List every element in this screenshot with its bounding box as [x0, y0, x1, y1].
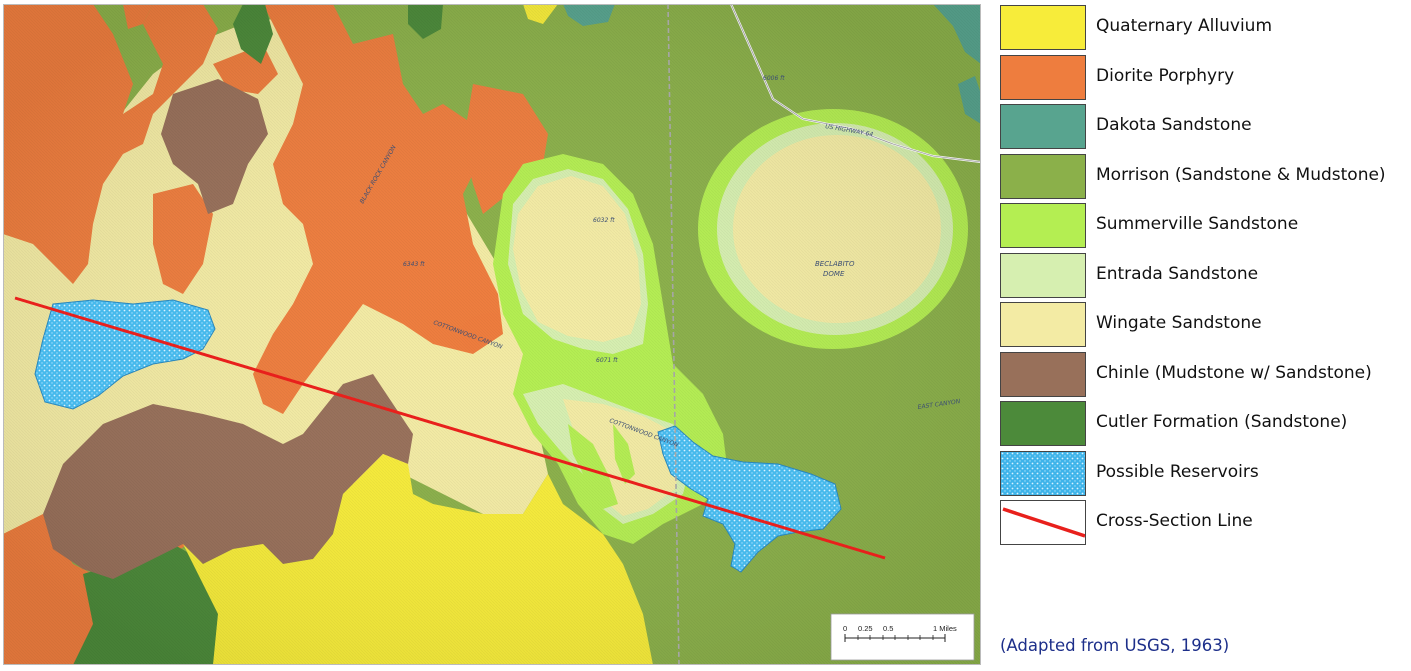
legend-label: Dakota Sandstone — [1096, 115, 1252, 135]
scale-tick-label: 0 — [843, 624, 847, 633]
legend-label: Cross-Section Line — [1096, 511, 1253, 531]
legend-swatch — [1000, 351, 1086, 397]
scale-tick-label: 1 Miles — [933, 624, 957, 633]
legend-swatch — [1000, 5, 1086, 50]
legend-swatch — [1000, 450, 1086, 496]
legend-swatch — [1000, 54, 1086, 100]
legend-label: Entrada Sandstone — [1096, 263, 1259, 284]
legend-label: Cutler Formation (Sandstone) — [1096, 412, 1348, 432]
spot-elevation: 6071 ft — [596, 357, 618, 364]
geologic-map: BECLABITO DOME COTTONWOOD CANYON COTTONW… — [3, 4, 981, 665]
legend-label: Quaternary Alluvium — [1096, 16, 1273, 36]
scale-tick-label: 0.5 — [883, 624, 893, 633]
legend-item-entrada-sandstone: Entrada Sandstone — [1000, 252, 1405, 299]
legend-label: Possible Reservoirs — [1096, 461, 1259, 482]
scale-bar: 0 0.25 0.5 1 Miles — [830, 613, 975, 661]
legend-label: Morrison (Sandstone & Mudstone) — [1096, 164, 1386, 185]
legend-swatch — [1000, 153, 1086, 199]
legend-swatch — [1000, 252, 1086, 298]
legend-label: Diorite Porphyry — [1096, 65, 1235, 86]
legend-label: Wingate Sandstone — [1096, 313, 1262, 333]
beclabito-label: BECLABITO — [815, 260, 855, 268]
legend-item-summerville-sandstone: Summerville Sandstone — [1000, 203, 1405, 249]
legend-swatch — [1000, 500, 1086, 545]
legend-item-quaternary-alluvium: Quaternary Alluvium — [1000, 5, 1405, 51]
legend-swatch — [1000, 302, 1086, 347]
spot-elevation: 6006 ft — [763, 75, 785, 82]
source-credit: (Adapted from USGS, 1963) — [1000, 636, 1230, 655]
scale-tick-label: 0.25 — [858, 624, 873, 633]
legend-label: Chinle (Mudstone w/ Sandstone) — [1096, 362, 1372, 383]
legend-swatch — [1000, 203, 1086, 248]
legend-item-possible-reservoirs: Possible Reservoirs — [1000, 450, 1405, 497]
spot-elevation: 6343 ft — [403, 261, 425, 268]
legend-item-cutler-formation: Cutler Formation (Sandstone) — [1000, 401, 1405, 447]
dome-label: DOME — [823, 270, 845, 278]
legend-item-dakota-sandstone: Dakota Sandstone — [1000, 104, 1405, 150]
legend-swatch — [1000, 401, 1086, 446]
legend-item-cross-section-line: Cross-Section Line — [1000, 500, 1405, 546]
legend-item-chinle: Chinle (Mudstone w/ Sandstone) — [1000, 351, 1405, 398]
legend-swatch — [1000, 104, 1086, 149]
legend-label: Summerville Sandstone — [1096, 214, 1299, 234]
spot-elevation: 6032 ft — [593, 217, 615, 224]
legend-item-wingate-sandstone: Wingate Sandstone — [1000, 302, 1405, 348]
legend-item-diorite-porphyry: Diorite Porphyry — [1000, 54, 1405, 101]
legend-item-morrison: Morrison (Sandstone & Mudstone) — [1000, 153, 1405, 200]
